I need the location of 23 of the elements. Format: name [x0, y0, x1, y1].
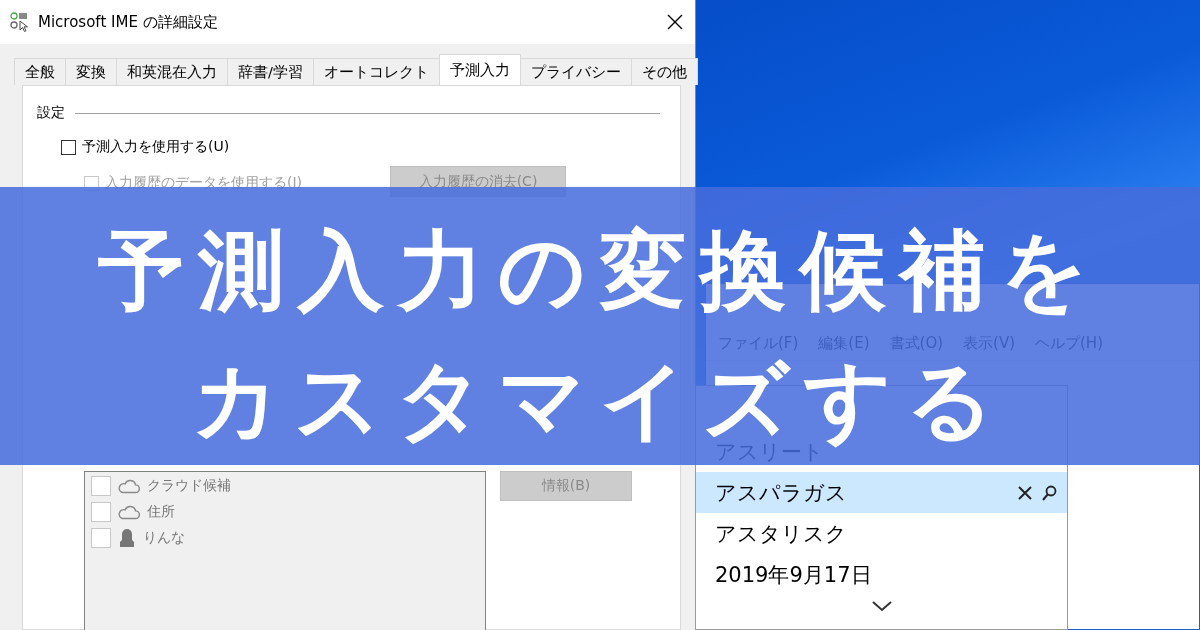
service-label: りんな	[143, 529, 185, 547]
close-icon[interactable]	[667, 14, 683, 30]
close-icon[interactable]	[1017, 484, 1033, 501]
service-label: 住所	[147, 503, 175, 521]
section-label: 設定	[37, 104, 65, 122]
settings-app-icon	[10, 12, 30, 32]
cloud-icon	[117, 503, 141, 521]
candidate-item[interactable]: アスパラガス	[696, 472, 1067, 513]
tab[interactable]: 全般	[14, 58, 66, 85]
banner-title: 予測入力の変換候補を	[98, 225, 1102, 315]
search-icon[interactable]	[1041, 484, 1057, 501]
option-label: 予測入力を使用する(U)	[82, 138, 230, 156]
tab[interactable]: 予測入力	[438, 54, 521, 85]
candidate-item[interactable]: 2019年9月17日	[696, 554, 1067, 595]
candidate-item[interactable]: アスタリスク	[696, 513, 1067, 554]
window-title: Microsoft IME の詳細設定	[38, 12, 219, 32]
tab[interactable]: その他	[630, 58, 698, 85]
chevron-down-icon[interactable]	[871, 601, 892, 612]
person-icon	[117, 527, 137, 549]
option-label: 入力履歴のデータを使用する(I)	[105, 174, 303, 192]
cloud-icon	[117, 477, 141, 495]
checkbox[interactable]	[61, 139, 76, 155]
service-label: クラウド候補	[147, 477, 231, 495]
